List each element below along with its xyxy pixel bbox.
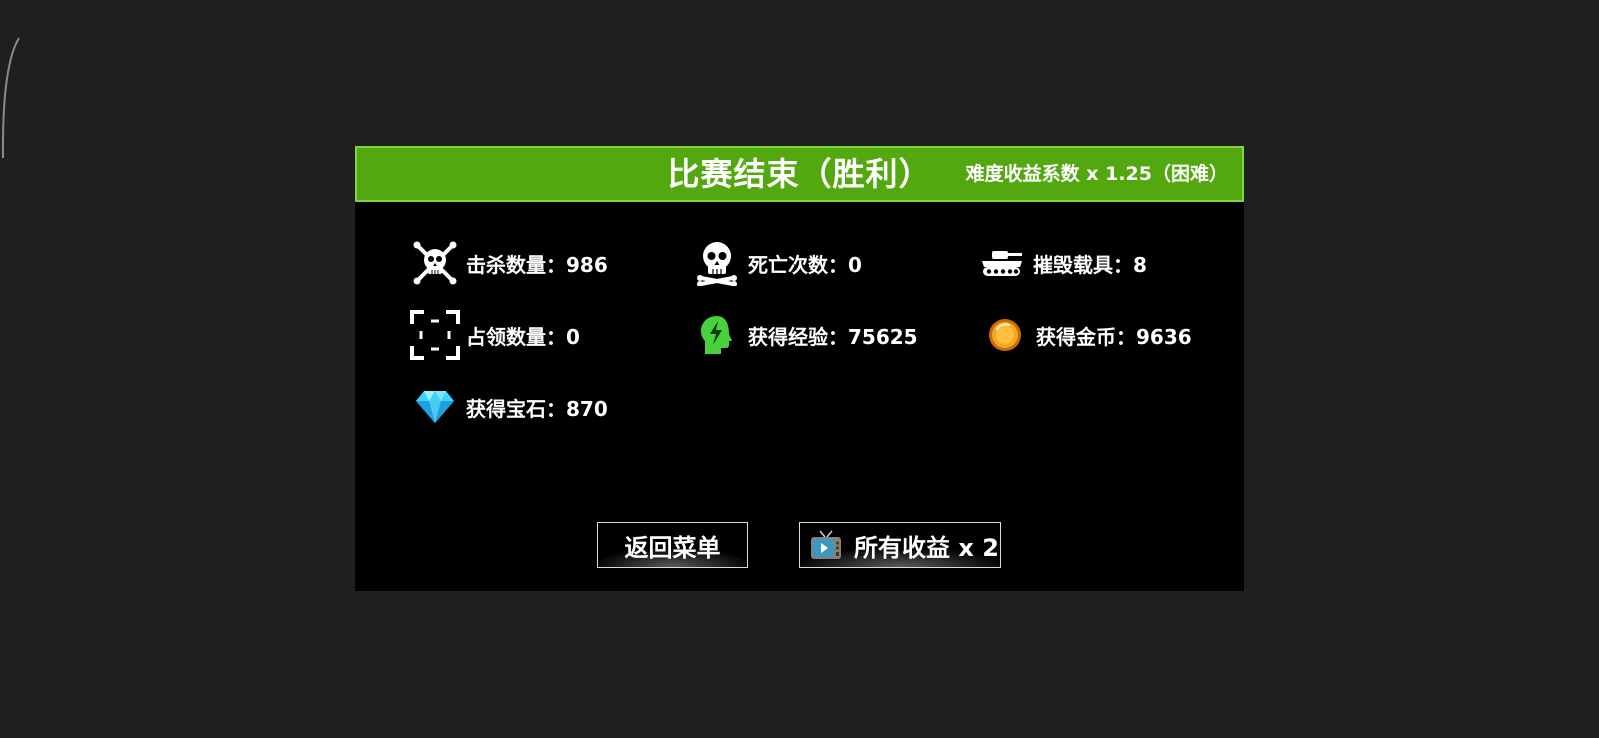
tv-ad-icon: [811, 530, 841, 559]
return-menu-label: 返回菜单: [624, 533, 721, 562]
match-result-panel: 比赛结束（胜利） 难度收益系数 x 1.25（困难） 击杀数量：986 死亡次数…: [355, 146, 1244, 591]
stat-kills: 击杀数量：986: [410, 238, 608, 288]
stat-captures-label: 占领数量：0: [466, 324, 580, 349]
capture-frame-icon: [410, 310, 460, 360]
stat-vehicles: 摧毁载具：8: [977, 238, 1147, 288]
panel-header: 比赛结束（胜利） 难度收益系数 x 1.25（困难）: [355, 146, 1244, 202]
double-rewards-label: 所有收益 x 2: [854, 533, 999, 562]
stat-coins: 获得金币：9636: [980, 310, 1192, 360]
gold-coin-icon: [980, 310, 1030, 360]
stat-experience-label: 获得经验：75625: [748, 324, 918, 349]
stat-coins-label: 获得金币：9636: [1036, 324, 1192, 349]
tank-icon: [977, 238, 1027, 288]
stat-gems-label: 获得宝石：870: [466, 396, 608, 421]
return-menu-button[interactable]: 返回菜单: [597, 522, 748, 568]
double-rewards-button[interactable]: 所有收益 x 2: [799, 522, 1001, 568]
skull-crossbones-icon: [410, 238, 460, 288]
stat-deaths-label: 死亡次数：0: [748, 252, 862, 277]
stat-experience: 获得经验：75625: [692, 310, 918, 360]
brain-lightning-icon: [692, 310, 742, 360]
skull-icon: [692, 238, 742, 288]
stat-vehicles-label: 摧毁载具：8: [1033, 252, 1147, 277]
stat-deaths: 死亡次数：0: [692, 238, 862, 288]
difficulty-multiplier: 难度收益系数 x 1.25（困难）: [965, 163, 1228, 185]
diamond-icon: [410, 382, 460, 432]
corner-arc-decoration: [1, 37, 20, 159]
stat-kills-label: 击杀数量：986: [466, 252, 608, 277]
stat-captures: 占领数量：0: [410, 310, 580, 360]
stat-gems: 获得宝石：870: [410, 382, 608, 432]
